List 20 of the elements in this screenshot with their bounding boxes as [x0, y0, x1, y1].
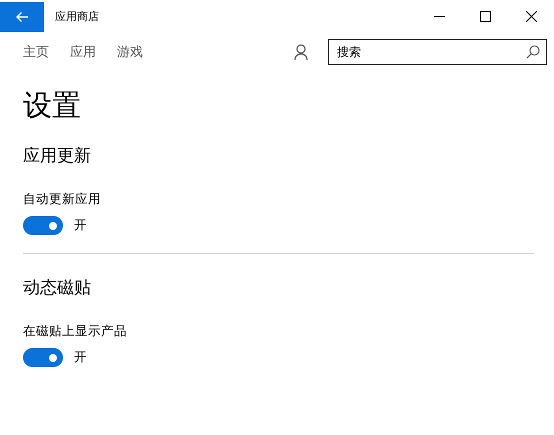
toggle-state: 开: [74, 349, 87, 366]
nav-tab[interactable]: 主页: [23, 43, 49, 61]
section-title: 应用更新: [23, 145, 92, 167]
search-field[interactable]: 搜索: [328, 39, 547, 65]
back-arrow-icon: [15, 10, 29, 22]
setting-label: 在磁贴上显示产品: [23, 323, 128, 340]
maximize-icon: [480, 10, 490, 22]
toggle-switch[interactable]: [23, 348, 63, 367]
page-title: 设置: [23, 87, 82, 124]
search-icon[interactable]: [526, 45, 540, 59]
window-title: 应用商店: [55, 8, 100, 24]
section-title: 动态磁贴: [23, 277, 92, 299]
nav-tab[interactable]: 游戏: [117, 43, 143, 61]
setting-label: 自动更新应用: [23, 191, 102, 208]
user-icon[interactable]: [294, 44, 308, 60]
toggle-switch[interactable]: [23, 216, 63, 235]
toggle-state: 开: [74, 217, 87, 234]
back-button[interactable]: [0, 2, 44, 32]
close-icon: [526, 10, 536, 22]
nav-tab[interactable]: 应用: [70, 43, 96, 61]
